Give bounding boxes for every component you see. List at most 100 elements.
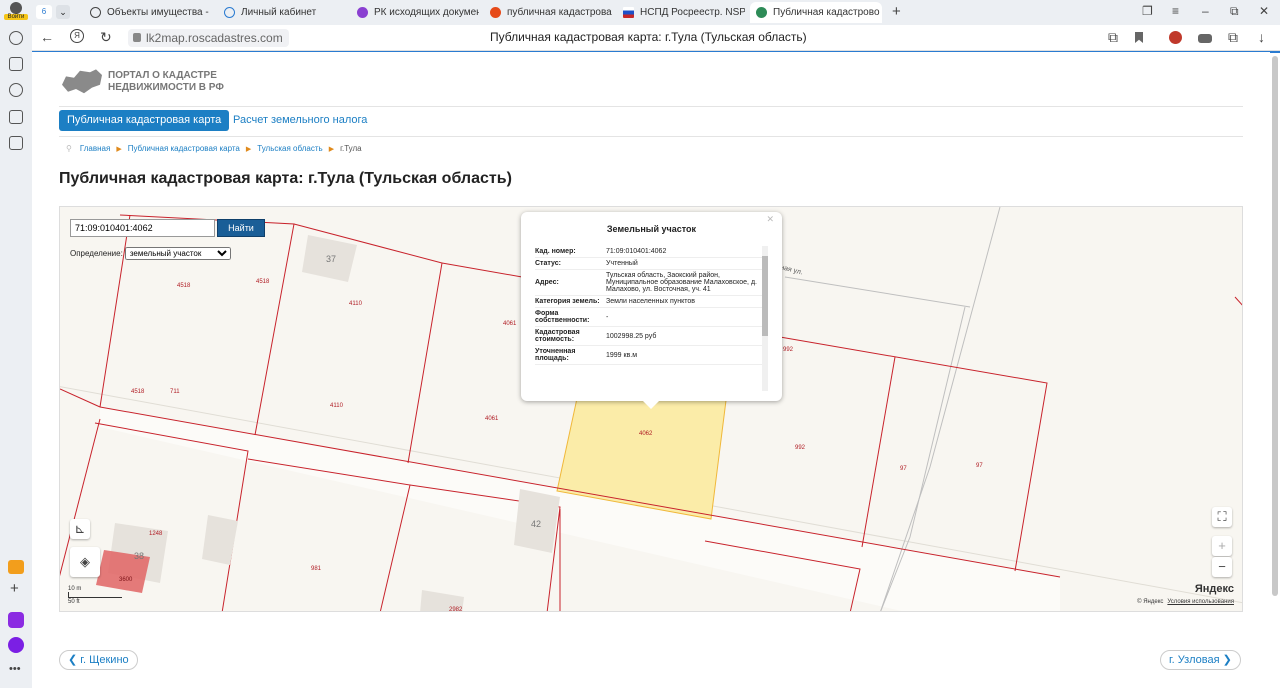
map-scale: 10 m 50 ft [68, 586, 122, 605]
calendar-icon[interactable] [9, 110, 23, 124]
breadcrumb-map[interactable]: Публичная кадастровая карта [128, 144, 240, 153]
tab-rk[interactable]: РК исходящих докумен [353, 2, 479, 23]
house [202, 515, 238, 565]
cadastral-number-input[interactable] [70, 219, 215, 237]
popup-key: Форма собственности: [535, 310, 590, 324]
house-label: 37 [326, 254, 336, 264]
next-city-button[interactable]: г. Узловая ❯ [1160, 650, 1241, 670]
nav-land-tax-link[interactable]: Расчет земельного налога [225, 110, 375, 131]
fullscreen-icon[interactable]: ⛶ [1212, 507, 1232, 527]
ruler-icon[interactable]: ⊾ [70, 519, 90, 539]
zoom-in-button[interactable]: + [1212, 536, 1232, 556]
yandex-icon[interactable]: Я [70, 29, 84, 43]
popup-row: Кадастровая стоимость: 1002998.25 руб [535, 327, 762, 346]
popup-value: - [606, 313, 609, 321]
gallery-icon[interactable] [9, 136, 23, 150]
nav-public-map-button[interactable]: Публичная кадастровая карта [59, 110, 230, 131]
extension-icon[interactable] [1169, 31, 1182, 44]
divider [59, 136, 1243, 137]
mail-icon[interactable] [8, 560, 24, 574]
tab-label: Личный кабинет [241, 7, 317, 18]
messenger-icon[interactable] [8, 612, 24, 628]
scale-bar [68, 592, 122, 598]
chevron-right-icon: ❯ [1219, 654, 1232, 666]
popup-value: 1002998.25 руб [606, 332, 657, 340]
lock-icon [133, 33, 141, 42]
tab-nspd[interactable]: НСПД Росреестр. NSPD п [619, 2, 745, 23]
popup-scrollbar[interactable] [762, 246, 768, 391]
minimize-icon[interactable]: – [1202, 4, 1209, 18]
address-bar: ← Я ↻ lk2map.roscadastres.com Публичная … [32, 25, 1280, 51]
parcel-label: 97 [976, 463, 983, 469]
scale-feet: 50 ft [68, 599, 80, 605]
history-icon[interactable] [9, 31, 23, 45]
translate-icon[interactable]: ⧉ [1108, 29, 1118, 46]
bookmark-icon[interactable] [1135, 32, 1143, 43]
site-logo[interactable]: ПОРТАЛ О КАДАСТРЕ НЕДВИЖИМОСТИ В РФ [62, 68, 224, 96]
wallet-icon[interactable] [1198, 34, 1212, 43]
yandex-logo: Яндекс [1194, 583, 1234, 595]
menu-icon[interactable]: ≡ [1172, 4, 1179, 18]
popup-key: Кад. номер: [535, 248, 576, 255]
notes-icon[interactable] [9, 57, 23, 71]
profile-avatar[interactable]: Войти [4, 2, 28, 23]
download-icon[interactable]: ↓ [1258, 29, 1265, 45]
tab-label: публичная кадастрова [507, 7, 612, 18]
popup-row: Статус: Учтенный [535, 258, 762, 270]
parcel-label: 3600 [119, 577, 133, 583]
breadcrumb-arrow-icon: ▶ [245, 145, 252, 153]
parcel-label: 97 [900, 466, 907, 472]
breadcrumb-region[interactable]: Тульская область [257, 144, 322, 153]
tab-favicon-icon [224, 7, 235, 18]
page-scrollbar[interactable] [1272, 56, 1278, 596]
popup-scroll-thumb[interactable] [762, 256, 768, 336]
road-line [784, 276, 971, 308]
parcel-label: 4518 [131, 389, 145, 395]
breadcrumb-home[interactable]: Главная [80, 144, 110, 153]
back-icon[interactable]: ← [40, 29, 54, 45]
terms-link[interactable]: Условия использования [1167, 599, 1234, 605]
parcel-label: 711 [170, 389, 180, 395]
play-icon[interactable] [9, 83, 23, 97]
parcel-label: 4518 [177, 283, 191, 289]
map-copyright: © Яндекс Условия использования [1137, 599, 1234, 605]
tab-count-badge[interactable]: 6 [36, 5, 52, 19]
tab-yandex-search[interactable]: публичная кадастрова [486, 2, 612, 23]
popup-key: Категория земель: [535, 298, 600, 305]
tab-label: НСПД Росреестр. NSPD п [640, 7, 745, 18]
popup-row: Уточненная площадь: 1999 кв.м [535, 346, 762, 365]
cadastral-map[interactable]: 4518 4518 4110 4061 4518 711 4110 4061 4… [59, 206, 1243, 612]
tab-cabinet[interactable]: Личный кабинет [220, 2, 346, 23]
tab-objects[interactable]: Объекты имущества - Ф [86, 2, 212, 23]
tab-favicon-icon [623, 7, 634, 18]
parcel-label: 4061 [485, 416, 499, 422]
share-icon[interactable]: ⧉ [1228, 29, 1238, 46]
find-button[interactable]: Найти [217, 219, 265, 237]
prev-city-button[interactable]: ❮ г. Щекино [59, 650, 138, 670]
layers-icon[interactable]: ◈ [70, 547, 100, 577]
zoom-out-button[interactable]: − [1212, 557, 1232, 577]
parcel-label: 4062 [639, 431, 653, 437]
page-title-bar: Публичная кадастровая карта: г.Тула (Тул… [490, 30, 807, 44]
popup-title: Земельный участок [606, 224, 697, 234]
parcel-label: 992 [795, 445, 806, 451]
more-icon[interactable]: ••• [9, 663, 21, 675]
breadcrumb-arrow-icon: ▶ [328, 145, 335, 153]
close-window-icon[interactable]: ✕ [1259, 4, 1269, 18]
reload-icon[interactable]: ↻ [100, 29, 112, 46]
alice-icon[interactable] [8, 637, 24, 653]
popup-table: Кад. номер: 71:09:010401:4062 Статус: Учте… [535, 246, 762, 391]
tab-cadastral-active[interactable]: Публичная кадастрово✕ [750, 2, 882, 23]
popup-key: Кадастровая стоимость: [535, 329, 580, 343]
restore-icon[interactable]: ⧉ [1230, 4, 1239, 19]
tabs-dropdown-icon[interactable]: ⌄ [56, 5, 70, 19]
popup-row: Форма собственности: - [535, 308, 762, 327]
add-icon[interactable]: + [10, 580, 19, 597]
house-label: 38 [134, 551, 144, 561]
new-tab-button[interactable]: + [892, 3, 901, 20]
popup-value: Тульская область, Заокский район, Муници… [606, 272, 757, 293]
copyright-text: © Яндекс [1137, 599, 1164, 605]
url-field[interactable]: lk2map.roscadastres.com [128, 29, 289, 47]
define-select[interactable]: земельный участок [124, 247, 231, 260]
collections-icon[interactable]: ❐ [1142, 4, 1153, 18]
